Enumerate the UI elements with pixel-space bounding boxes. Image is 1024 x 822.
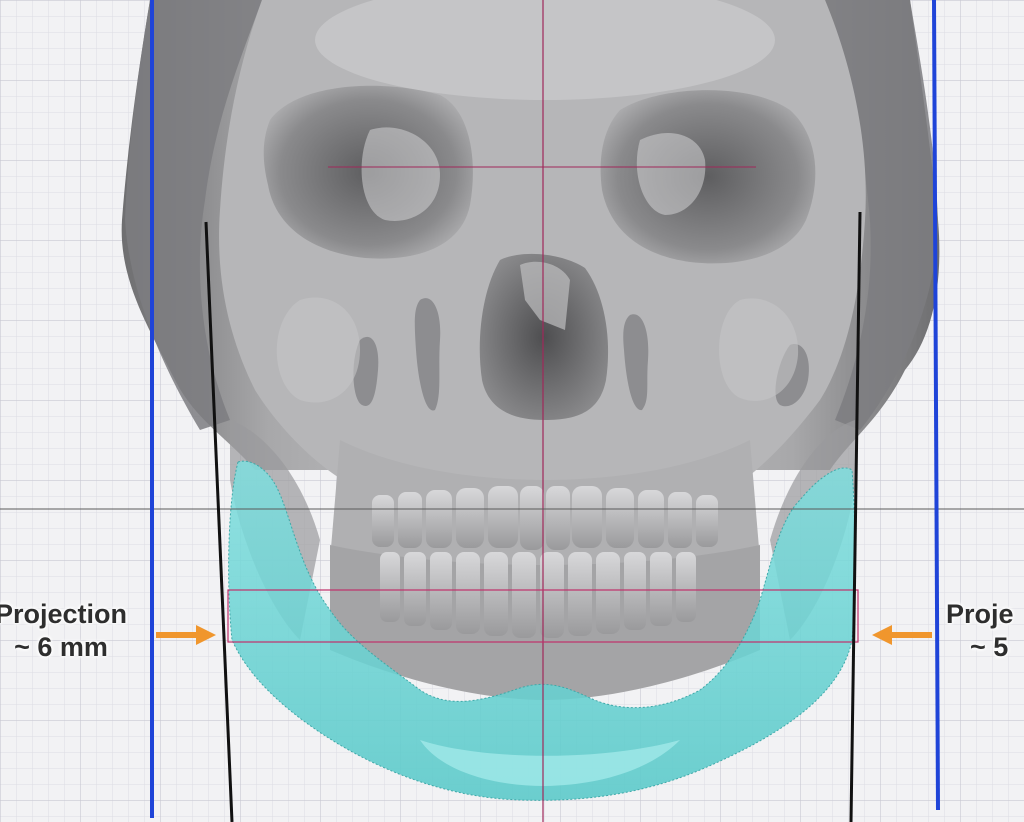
right-projection-label: Proje ~ 5 [946,598,1024,664]
left-projection-title: Projection [0,599,128,629]
right-projection-value: ~ 5 [970,632,1009,662]
left-projection-label: Projection ~ 6 mm [0,598,136,664]
ct-3d-viewport [0,0,1024,822]
left-projection-value: ~ 6 mm [14,632,108,662]
right-projection-title: Proje [946,599,1014,629]
